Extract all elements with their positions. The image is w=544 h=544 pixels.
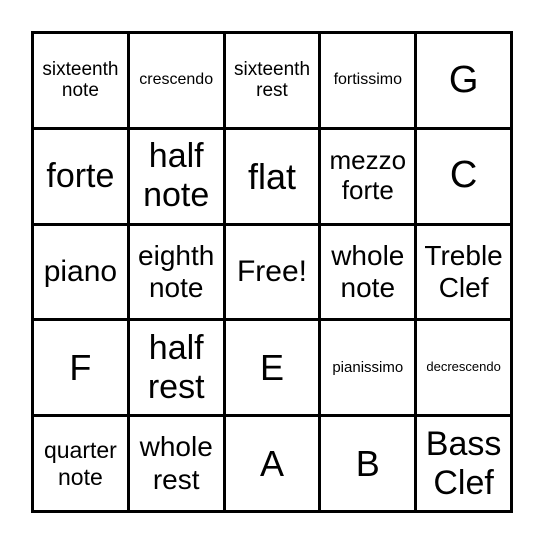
- bingo-cell[interactable]: F: [34, 321, 127, 415]
- bingo-cell[interactable]: quarter note: [34, 417, 127, 510]
- bingo-cell[interactable]: C: [417, 129, 510, 223]
- bingo-cell[interactable]: sixteenth note: [34, 34, 127, 127]
- bingo-cell[interactable]: fortissimo: [321, 34, 415, 127]
- cell-label: sixteenth rest: [233, 58, 311, 102]
- bingo-cell[interactable]: B: [321, 417, 415, 510]
- cell-label: crescendo: [139, 71, 214, 89]
- cell-label: pianissimo: [332, 359, 404, 377]
- cell-label: A: [259, 442, 284, 484]
- bingo-cell[interactable]: pianissimo: [321, 321, 415, 415]
- cell-label: quarter note: [43, 437, 117, 490]
- bingo-cell[interactable]: whole rest: [129, 417, 223, 510]
- bingo-cell[interactable]: Bass Clef: [417, 417, 510, 510]
- bingo-cell[interactable]: Treble Clef: [417, 225, 510, 319]
- cell-label: C: [449, 154, 478, 197]
- cell-label: half rest: [147, 328, 205, 406]
- bingo-cell[interactable]: sixteenth rest: [225, 34, 319, 127]
- bingo-cell[interactable]: decrescendo: [417, 321, 510, 415]
- bingo-cell[interactable]: crescendo: [129, 34, 223, 127]
- cell-label: G: [448, 58, 479, 101]
- bingo-cell[interactable]: piano: [34, 225, 127, 319]
- cell-label: eighth note: [138, 239, 215, 303]
- cell-label: flat: [247, 155, 296, 197]
- cell-label: decrescendo: [426, 359, 501, 375]
- cell-label: E: [259, 347, 284, 389]
- bingo-board: sixteenth note crescendo sixteenth rest …: [31, 31, 513, 513]
- cell-label: mezzo forte: [329, 145, 407, 206]
- cell-label: piano: [43, 254, 118, 288]
- bingo-cell[interactable]: G: [417, 34, 510, 127]
- cell-label: forte: [46, 156, 115, 195]
- bingo-cell[interactable]: eighth note: [129, 225, 223, 319]
- cell-label: half note: [143, 137, 210, 215]
- bingo-cell[interactable]: forte: [34, 129, 127, 223]
- bingo-cell[interactable]: whole note: [321, 225, 415, 319]
- cell-label: whole note: [331, 239, 405, 303]
- cell-label: Bass Clef: [425, 424, 502, 502]
- bingo-cell[interactable]: half rest: [129, 321, 223, 415]
- bingo-cell[interactable]: mezzo forte: [321, 129, 415, 223]
- bingo-cell[interactable]: flat: [225, 129, 319, 223]
- free-space-cell[interactable]: Free!: [225, 225, 319, 319]
- cell-label: B: [355, 442, 380, 484]
- cell-label: whole rest: [139, 431, 213, 495]
- cell-label: F: [69, 347, 92, 389]
- bingo-cell[interactable]: half note: [129, 129, 223, 223]
- bingo-cell[interactable]: A: [225, 417, 319, 510]
- cell-label: fortissimo: [333, 71, 403, 89]
- bingo-cell[interactable]: E: [225, 321, 319, 415]
- cell-label: Free!: [236, 254, 307, 288]
- cell-label: sixteenth note: [42, 58, 119, 102]
- cell-label: Treble Clef: [424, 239, 503, 303]
